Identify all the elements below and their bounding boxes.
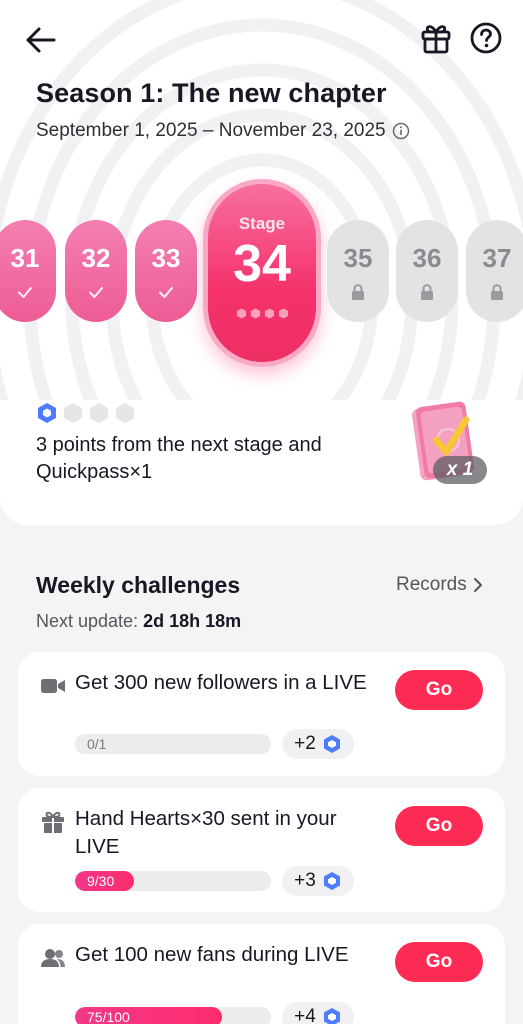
season-dates: September 1, 2025 – November 23, 2025 xyxy=(36,120,410,142)
lock-icon xyxy=(352,284,364,300)
stage-progress-dots xyxy=(236,308,289,319)
lock-icon xyxy=(491,284,503,300)
point-hexagon-icon xyxy=(323,872,340,890)
hexagon-icon xyxy=(250,308,260,319)
challenge-text: Get 100 new fans during LIVE xyxy=(75,943,349,966)
go-button[interactable]: Go xyxy=(395,806,483,846)
weekly-challenges-title: Weekly challenges xyxy=(36,572,241,598)
gift-icon xyxy=(421,25,451,54)
challenge-text: Get 300 new followers in a LIVE xyxy=(75,671,367,694)
hexagon-icon xyxy=(264,308,274,319)
people-icon xyxy=(41,949,65,967)
season-card: Season 1: The new chapter September 1, 2… xyxy=(0,0,523,525)
reward-points: +2 xyxy=(294,733,316,754)
stage-number: 31 xyxy=(10,243,40,273)
reward-badge: +3 xyxy=(282,866,354,896)
points-progress xyxy=(36,402,136,424)
reward-badge: +4 xyxy=(282,1002,354,1024)
stage-number: 35 xyxy=(343,243,373,273)
point-hexagon-icon xyxy=(323,1008,340,1024)
reward-points: +3 xyxy=(294,870,316,891)
stage-number: 32 xyxy=(81,243,111,273)
reward-badge: +2 xyxy=(282,729,354,759)
help-button[interactable] xyxy=(468,20,504,56)
go-button[interactable]: Go xyxy=(395,670,483,710)
gift-icon xyxy=(42,811,64,833)
check-icon xyxy=(89,287,103,298)
challenge-card: Get 100 new fans during LIVE Go 75/100 +… xyxy=(18,924,505,1024)
reward-points: +4 xyxy=(294,1006,316,1024)
season-dates-text: September 1, 2025 – November 23, 2025 xyxy=(36,120,386,141)
point-hexagon-empty-icon xyxy=(90,403,108,423)
stage-number: 37 xyxy=(482,243,512,273)
stage-number: 33 xyxy=(151,243,181,273)
records-label: Records xyxy=(396,574,467,595)
challenge-card: Hand Hearts×30 sent in your LIVE Go 9/30… xyxy=(18,788,505,912)
point-hexagon-empty-icon xyxy=(116,403,134,423)
question-circle-icon xyxy=(470,22,502,54)
stage-pill-locked[interactable]: 36 xyxy=(396,220,458,322)
point-hexagon-empty-icon xyxy=(64,403,82,423)
stage-pill-current[interactable]: Stage 34 xyxy=(203,179,321,367)
stage-pill-locked[interactable]: 35 xyxy=(327,220,389,322)
next-update-label: Next update: xyxy=(36,611,139,631)
challenge-card: Get 300 new followers in a LIVE Go 0/1 +… xyxy=(18,652,505,776)
check-icon xyxy=(159,287,173,298)
challenge-text: Hand Hearts×30 sent in your LIVE xyxy=(75,807,337,858)
progress-text: 9/30 xyxy=(87,873,115,889)
back-button[interactable] xyxy=(22,22,60,58)
current-stage-number: 34 xyxy=(233,235,291,293)
stage-pill-locked[interactable]: 37 xyxy=(466,220,523,322)
records-link[interactable]: Records xyxy=(396,574,483,596)
stage-pill-completed[interactable]: 31 xyxy=(0,220,56,322)
chevron-right-icon xyxy=(473,578,482,592)
stage-pill-completed[interactable]: 33 xyxy=(135,220,197,322)
check-icon xyxy=(18,287,32,298)
arrow-left-icon xyxy=(26,27,56,53)
video-camera-icon xyxy=(41,679,65,693)
next-update: Next update: 2d 18h 18m xyxy=(36,611,241,632)
point-hexagon-icon xyxy=(323,735,340,753)
go-button[interactable]: Go xyxy=(395,942,483,982)
challenge-progress-bar: 9/30 xyxy=(75,871,271,891)
hexagon-icon xyxy=(278,308,288,319)
info-icon[interactable] xyxy=(392,122,410,140)
point-hexagon-filled-icon xyxy=(38,403,56,423)
quickpass-count: x 1 xyxy=(433,456,487,484)
gift-button[interactable] xyxy=(418,20,454,56)
stage-pill-completed[interactable]: 32 xyxy=(65,220,127,322)
challenge-progress-bar: 0/1 xyxy=(75,734,271,754)
challenge-progress-bar: 75/100 xyxy=(75,1007,271,1024)
lock-icon xyxy=(421,284,433,300)
next-update-value: 2d 18h 18m xyxy=(143,611,242,631)
next-stage-text: 3 points from the next stage and Quickpa… xyxy=(36,434,322,483)
progress-text: 0/1 xyxy=(87,736,107,752)
hexagon-icon xyxy=(236,308,246,319)
progress-text: 75/100 xyxy=(87,1009,130,1024)
stage-label: Stage xyxy=(238,214,286,233)
season-title: Season 1: The new chapter xyxy=(36,78,387,108)
stage-number: 36 xyxy=(412,243,442,273)
